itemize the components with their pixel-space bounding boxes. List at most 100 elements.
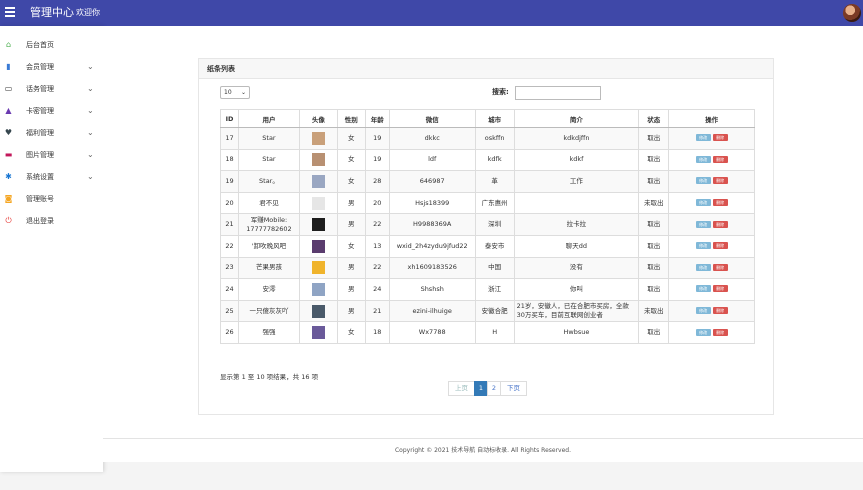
cell-avatar: [298, 299, 338, 323]
cell-city: 广东惠州: [474, 191, 515, 215]
edit-button[interactable]: 修改: [695, 307, 711, 315]
chevron-down-icon: ⌄: [87, 172, 94, 181]
cell-id: 20: [220, 191, 239, 215]
cell-gender: 男: [336, 213, 366, 236]
page-1-button[interactable]: 1: [474, 381, 488, 396]
menu-toggle-icon[interactable]: [5, 7, 15, 17]
next-page-button[interactable]: 下页: [500, 381, 527, 396]
power-icon: ⏻: [5, 216, 12, 225]
chevron-down-icon: ⌄: [87, 106, 94, 115]
cell-status: 取出: [638, 127, 670, 150]
column-header[interactable]: ID: [220, 109, 239, 128]
edit-button[interactable]: 修改: [695, 328, 711, 336]
sidebar-item[interactable]: ▲ 卡密管理 ⌄: [0, 100, 103, 122]
cell-gender: 男: [336, 256, 366, 280]
column-header[interactable]: 头像: [298, 109, 338, 128]
delete-button[interactable]: 删除: [712, 134, 728, 142]
delete-button[interactable]: 删除: [712, 242, 728, 250]
edit-button[interactable]: 修改: [695, 285, 711, 293]
edit-button[interactable]: 修改: [695, 134, 711, 142]
avatar: [311, 153, 325, 167]
sidebar-item[interactable]: ▮ 会员管理 ⌄: [0, 56, 103, 78]
edit-button[interactable]: 修改: [695, 155, 711, 163]
delete-button[interactable]: 删除: [712, 155, 728, 163]
app-title: 管理中心: [30, 6, 74, 19]
sidebar-item[interactable]: ▬ 图片管理 ⌄: [0, 144, 103, 166]
delete-button[interactable]: 删除: [712, 199, 728, 207]
delete-button[interactable]: 删除: [712, 285, 728, 293]
table-row: 26 强强女 18 Wx7788 H Hwbsue 取出 修改 删除: [220, 321, 755, 344]
cell-user: 君不见: [237, 191, 300, 215]
cell-status: 取出: [638, 234, 670, 258]
table-header-row: ID 用户 头像 性别 年龄 微信 城市 简介 状态 操作: [220, 109, 755, 128]
cell-city: oskffn: [474, 127, 515, 150]
delete-button[interactable]: 删除: [712, 220, 728, 228]
cell-status: 未取出: [638, 191, 670, 215]
cell-status: 取出: [638, 278, 670, 301]
cell-wechat: xh1609183526: [388, 256, 476, 280]
edit-button[interactable]: 修改: [695, 263, 711, 271]
chevron-down-icon: ⌄: [87, 62, 94, 71]
chevron-down-icon: ⌄: [240, 89, 246, 96]
cell-avatar: [298, 148, 338, 172]
cell-city: 革: [474, 170, 515, 193]
cell-intro: kdkf: [513, 148, 640, 172]
panel-title: 纸条列表: [199, 59, 773, 79]
column-header[interactable]: 操作: [668, 109, 755, 128]
sidebar-item[interactable]: ⌂ 后台首页: [0, 34, 103, 56]
cell-user: 一只傻灰灰吖: [237, 299, 300, 323]
column-header[interactable]: 年龄: [364, 109, 390, 128]
cell-city: 深圳: [474, 213, 515, 236]
cell-status: 未取出: [638, 299, 670, 323]
table-row: 25 一只傻灰灰吖 男 21 ezini-ilhuige 安徽合肥 21岁，安徽人，已在合肥…: [220, 299, 755, 323]
user-avatar[interactable]: [843, 4, 861, 22]
pyramid-icon: ▲: [5, 106, 12, 115]
delete-button[interactable]: 删除: [712, 177, 728, 185]
cell-id: 17: [220, 127, 239, 150]
column-header[interactable]: 城市: [474, 109, 515, 128]
sidebar-item[interactable]: ◙ 管理账号: [0, 188, 103, 210]
cell-age: 18: [364, 321, 390, 344]
delete-button[interactable]: 删除: [712, 263, 728, 271]
notes-table: ID 用户 头像 性别 年龄 微信 城市 简介 状态 操作 17 Star 女 19 dkkc oskffn…: [220, 109, 755, 344]
delete-button[interactable]: 删除: [712, 328, 728, 336]
table-row: 18 Star 女 19 ldf kdfk kdkf 取出 修改 删除: [220, 148, 755, 172]
column-header[interactable]: 微信: [388, 109, 476, 128]
image-icon: ▬: [4, 150, 13, 159]
sidebar-item[interactable]: ✱ 系统设置 ⌄: [0, 166, 103, 188]
cell-intro: 你叫: [513, 278, 640, 301]
cell-avatar: [298, 321, 338, 344]
welcome-text: 欢迎你: [76, 8, 100, 17]
sidebar-item-label: 退出登录: [26, 217, 54, 225]
column-header[interactable]: 状态: [638, 109, 670, 128]
sidebar-item[interactable]: ⏻ 退出登录: [0, 210, 103, 232]
edit-button[interactable]: 修改: [695, 220, 711, 228]
delete-button[interactable]: 删除: [712, 307, 728, 315]
cell-wechat: dkkc: [388, 127, 476, 150]
column-header[interactable]: 简介: [513, 109, 640, 128]
cell-gender: 女: [336, 321, 366, 344]
cell-gender: 女: [336, 170, 366, 193]
table-row: 19 Star。女 28 646987 革工作 取出 修改 删除: [220, 170, 755, 193]
cell-actions: 修改 删除: [668, 127, 755, 150]
cell-gender: 男: [336, 299, 366, 323]
edit-button[interactable]: 修改: [695, 242, 711, 250]
edit-button[interactable]: 修改: [695, 177, 711, 185]
cell-age: 21: [364, 299, 390, 323]
column-header[interactable]: 用户: [237, 109, 300, 128]
sidebar-item[interactable]: ▭ 话务管理 ⌄: [0, 78, 103, 100]
cell-city: 泰安市: [474, 234, 515, 258]
column-header[interactable]: 性别: [336, 109, 366, 128]
prev-page-button[interactable]: 上页: [448, 381, 475, 396]
cell-id: 25: [220, 299, 239, 323]
page-2-button[interactable]: 2: [487, 381, 501, 396]
sidebar-item[interactable]: ♥ 福利管理 ⌄: [0, 122, 103, 144]
chevron-down-icon: ⌄: [87, 150, 94, 159]
page-length-select[interactable]: 10 ⌄: [220, 86, 250, 99]
cell-gender: 男: [336, 191, 366, 215]
cell-avatar: [298, 234, 338, 258]
cell-city: kdfk: [474, 148, 515, 172]
search-input[interactable]: [515, 86, 601, 100]
search-label: 搜索:: [492, 88, 509, 96]
edit-button[interactable]: 修改: [695, 199, 711, 207]
